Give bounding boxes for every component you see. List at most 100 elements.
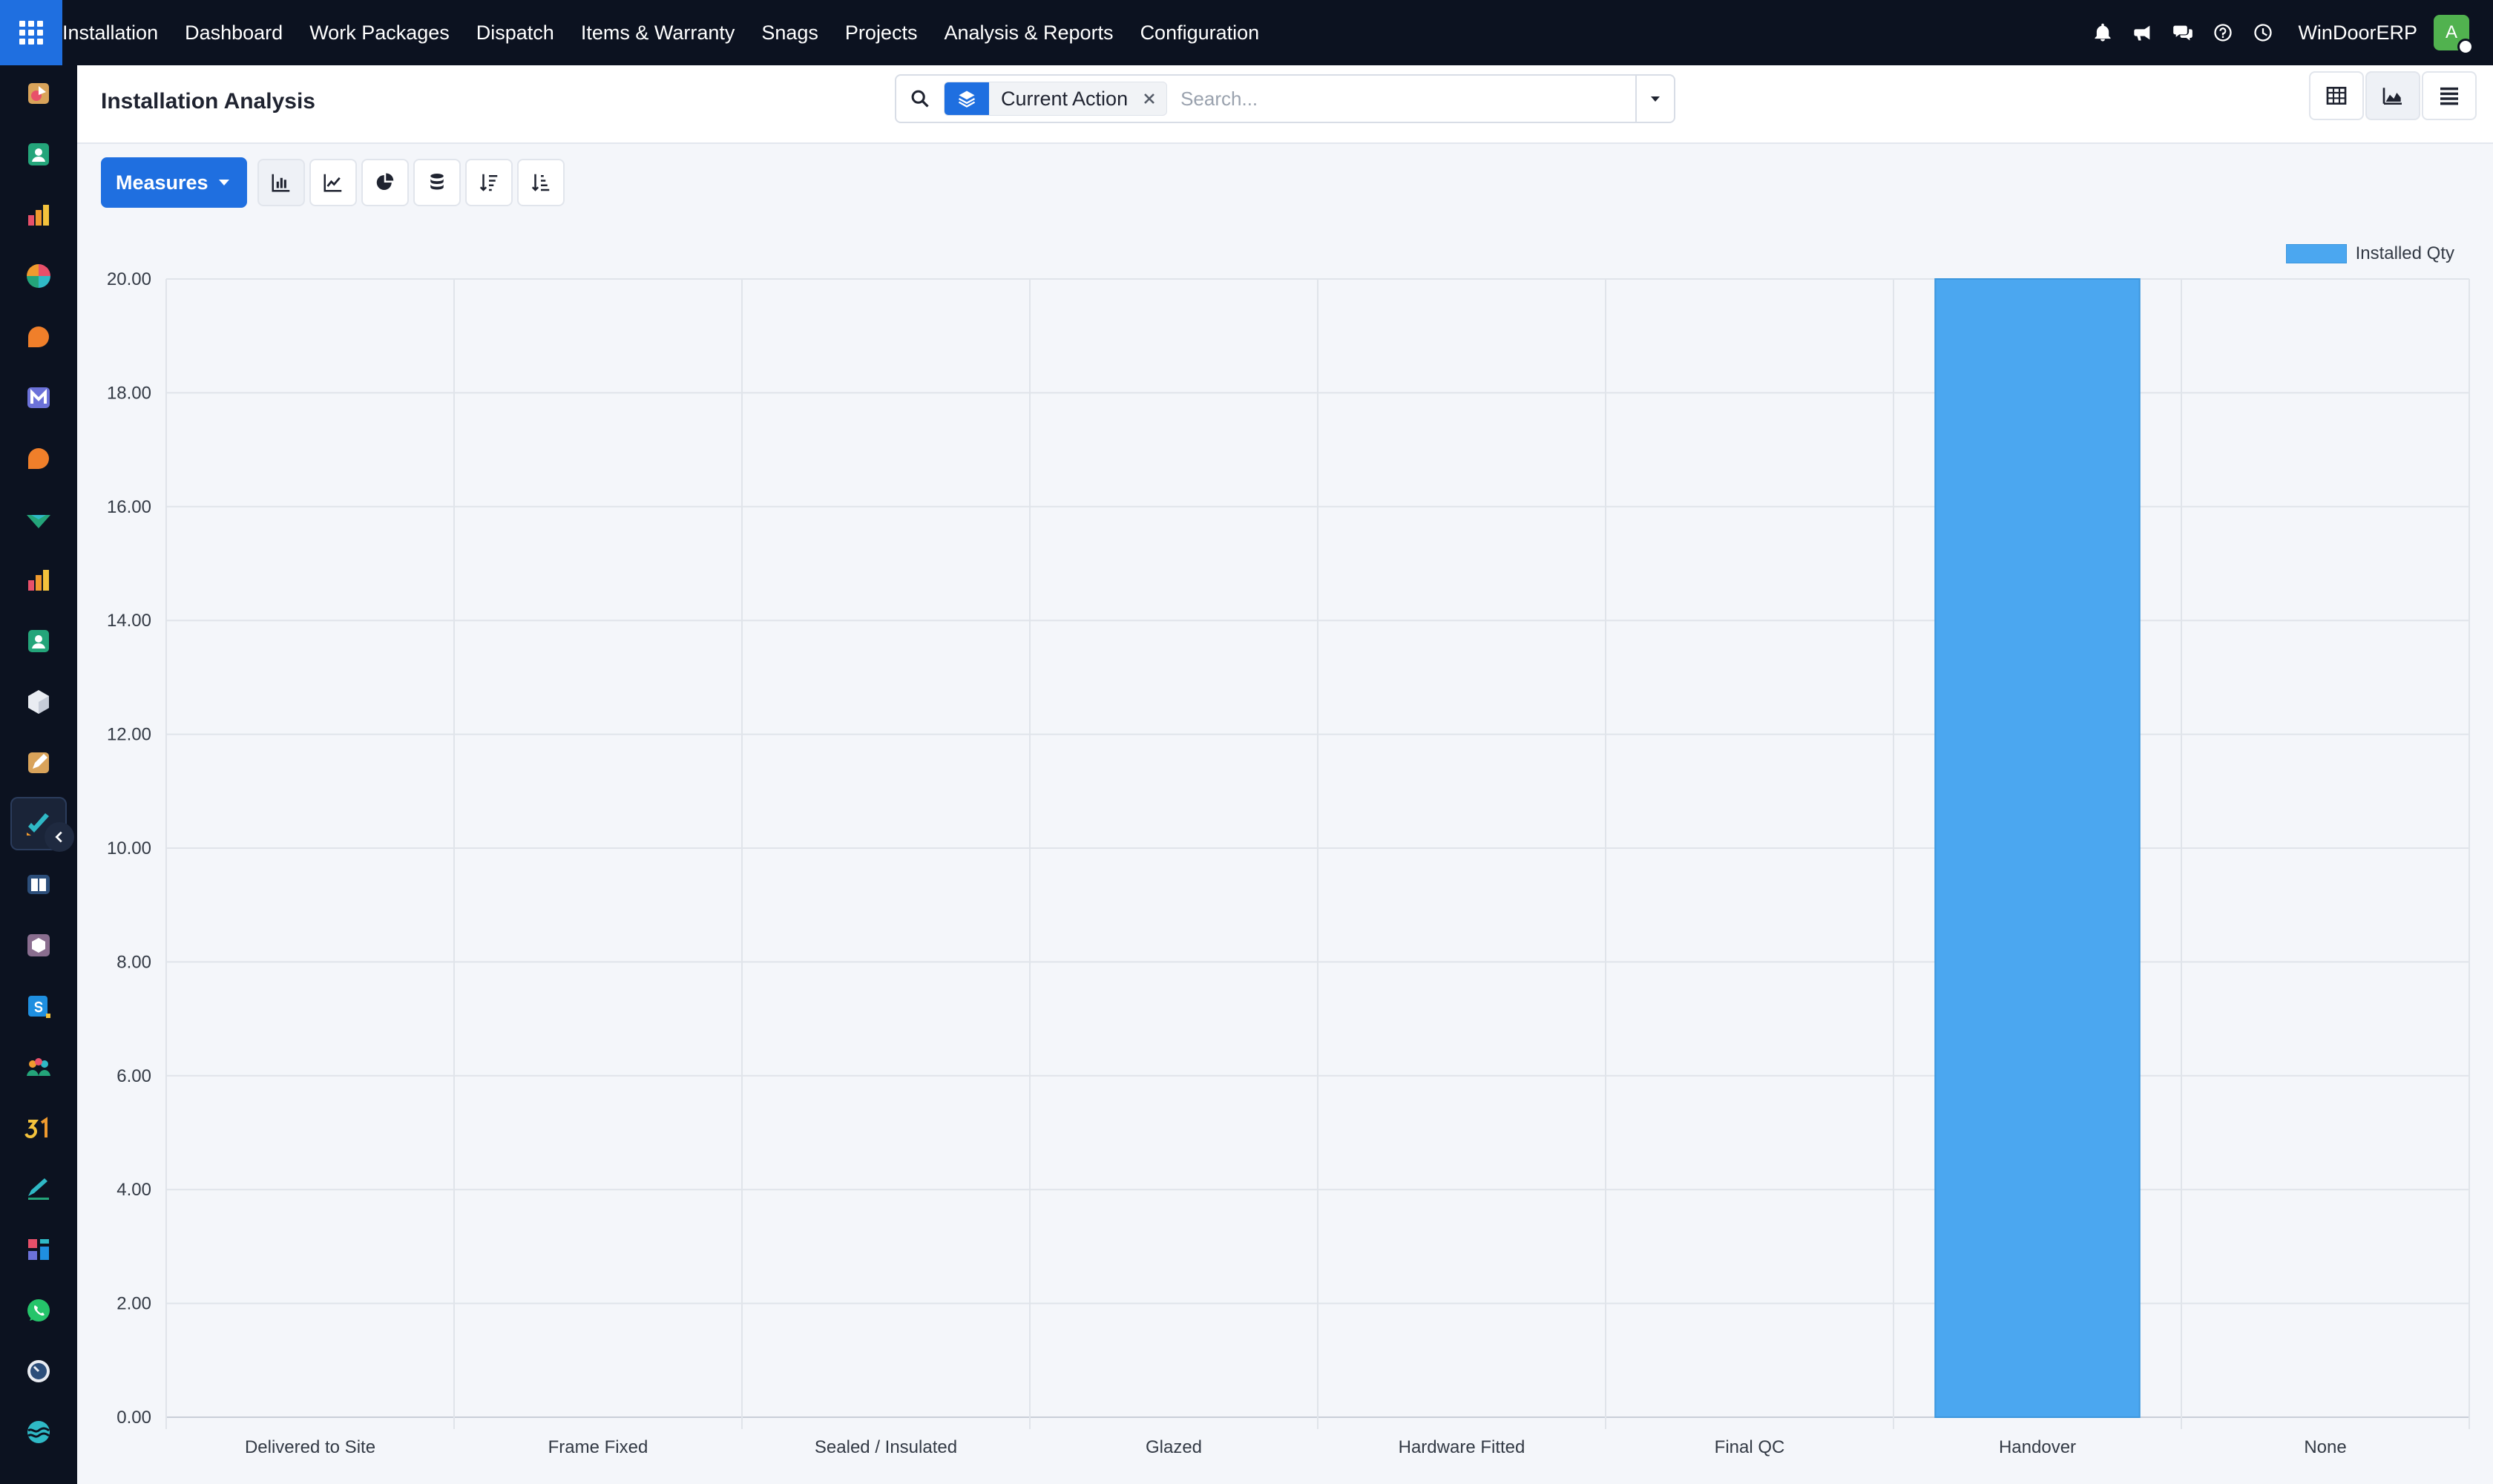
stacked-button[interactable] — [413, 159, 461, 206]
x-tick-label: Delivered to Site — [245, 1437, 375, 1457]
search-options-toggle[interactable] — [1635, 76, 1674, 122]
sidebar-app-sign[interactable] — [10, 1162, 67, 1215]
sidebar-app-whatsapp[interactable] — [10, 1284, 67, 1337]
table-icon — [2326, 87, 2347, 105]
bar-handover[interactable] — [1934, 278, 2141, 1418]
menu-dispatch[interactable]: Dispatch — [463, 0, 568, 65]
y-tick-label: 8.00 — [116, 952, 151, 972]
sidebar-app-calendar[interactable] — [10, 1101, 67, 1155]
app-icon-id — [28, 630, 49, 652]
caret-down-icon — [1651, 96, 1660, 102]
bar-chart-button[interactable] — [257, 159, 305, 206]
app-switcher-button[interactable] — [0, 0, 62, 65]
bell-icon[interactable] — [2088, 18, 2118, 47]
measures-label: Measures — [116, 171, 208, 194]
company-name[interactable]: WinDoorERP — [2298, 22, 2417, 45]
pie-chart-icon — [376, 173, 393, 190]
x-tick-label: Frame Fixed — [548, 1437, 648, 1457]
sidebar-collapse-button[interactable] — [45, 822, 74, 852]
menu-items-warranty[interactable]: Items & Warranty — [568, 0, 749, 65]
sidebar-app-sales[interactable] — [10, 979, 67, 1033]
sort-ascending-button[interactable] — [516, 159, 565, 206]
control-panel: Installation Analysis Current Action — [77, 65, 2493, 144]
app-icon-chat — [28, 448, 49, 469]
menu-analysis-reports[interactable]: Analysis & Reports — [930, 0, 1126, 65]
x-tick-label: Glazed — [1146, 1437, 1202, 1457]
app-icon-1 — [28, 83, 49, 104]
search-input[interactable] — [1167, 76, 1635, 121]
sidebar-app-timer[interactable] — [10, 1345, 67, 1398]
sort-descending-icon — [479, 174, 497, 191]
y-tick-label: 14.00 — [107, 611, 151, 631]
menu-work-packages[interactable]: Work Packages — [296, 0, 463, 65]
list-view-button[interactable] — [2422, 71, 2477, 120]
menu-projects[interactable]: Projects — [832, 0, 931, 65]
help-icon[interactable] — [2208, 18, 2238, 47]
sidebar-app-discuss[interactable] — [10, 310, 67, 364]
y-tick-label: 16.00 — [107, 497, 151, 517]
pie-chart-button[interactable] — [361, 159, 409, 206]
close-icon — [1144, 93, 1155, 104]
menu-dashboard[interactable]: Dashboard — [171, 0, 296, 65]
user-avatar[interactable]: A — [2434, 15, 2474, 55]
sidebar-app-box[interactable] — [10, 919, 67, 972]
menu-snags[interactable]: Snags — [748, 0, 832, 65]
sidebar-app-knowledge[interactable] — [10, 858, 67, 911]
sidebar-app-reports[interactable] — [10, 554, 67, 607]
sidebar-app-id[interactable] — [10, 614, 67, 668]
app-icon-whatsapp — [27, 1299, 50, 1322]
graph-view: 0.00 2.00 4.00 6.00 8.00 10.00 12.00 14.00 16.00… — [77, 220, 2493, 1484]
x-tick-label: Hardware Fitted — [1399, 1437, 1525, 1457]
app-icon-discuss — [28, 326, 49, 347]
app-icon-reports — [28, 570, 49, 591]
sidebar-app-1[interactable] — [10, 67, 67, 120]
app-icon-knowledge — [27, 875, 50, 894]
measures-dropdown-button[interactable]: Measures — [101, 157, 247, 208]
list-icon — [2440, 87, 2458, 105]
megaphone-icon[interactable] — [2128, 18, 2158, 47]
y-tick-label: 18.00 — [107, 383, 151, 403]
view-switcher — [2308, 71, 2477, 120]
y-tick-label: 10.00 — [107, 838, 151, 858]
menu-configuration[interactable]: Configuration — [1127, 0, 1273, 65]
x-tick-label: Final QC — [1715, 1437, 1785, 1457]
app-brand[interactable]: Installation — [62, 0, 171, 65]
sidebar-app-mail[interactable] — [10, 371, 67, 424]
x-tick-label: Sealed / Insulated — [815, 1437, 957, 1457]
app-icon-sales — [28, 996, 50, 1018]
sort-ascending-icon — [531, 174, 549, 191]
caret-down-icon — [218, 180, 229, 186]
legend-swatch — [2285, 244, 2347, 263]
sidebar-app-check[interactable] — [10, 493, 67, 546]
search-facet: Current Action — [944, 82, 1168, 116]
chart-legend[interactable]: Installed Qty — [2285, 243, 2454, 264]
grid-icon — [19, 21, 43, 45]
sidebar-app-chat[interactable] — [10, 432, 67, 485]
app-icon-pie — [27, 264, 50, 288]
y-tick-label: 2.00 — [116, 1294, 151, 1314]
line-chart-button[interactable] — [309, 159, 357, 206]
chevron-left-icon — [55, 831, 62, 843]
sidebar-app-dashboard[interactable] — [10, 1223, 67, 1276]
clock-icon[interactable] — [2248, 18, 2278, 47]
sidebar-app-pie[interactable] — [10, 249, 67, 303]
y-tick-label: 12.00 — [107, 725, 151, 745]
app-icon-contacts — [28, 143, 49, 165]
app-icon-check — [27, 515, 50, 528]
area-chart-icon — [2382, 88, 2402, 105]
chat-icon[interactable] — [2168, 18, 2198, 47]
facet-remove-button[interactable] — [1138, 82, 1160, 115]
search-icon[interactable] — [896, 88, 944, 109]
sort-descending-button[interactable] — [464, 159, 513, 206]
sidebar-app-contacts[interactable] — [10, 128, 67, 181]
main-menu: Installation Dashboard Work Packages Dis… — [62, 0, 1272, 65]
app-icon-team — [27, 1058, 50, 1076]
sidebar-app-wave[interactable] — [10, 1405, 67, 1459]
sidebar-app-chart[interactable] — [10, 188, 67, 242]
sidebar-app-cube[interactable] — [10, 675, 67, 729]
pivot-view-button[interactable] — [2309, 71, 2364, 120]
graph-view-button[interactable] — [2365, 71, 2420, 120]
sidebar-app-edit[interactable] — [10, 736, 67, 789]
sidebar-app-team[interactable] — [10, 1040, 67, 1094]
bar-chart-icon — [272, 174, 289, 192]
